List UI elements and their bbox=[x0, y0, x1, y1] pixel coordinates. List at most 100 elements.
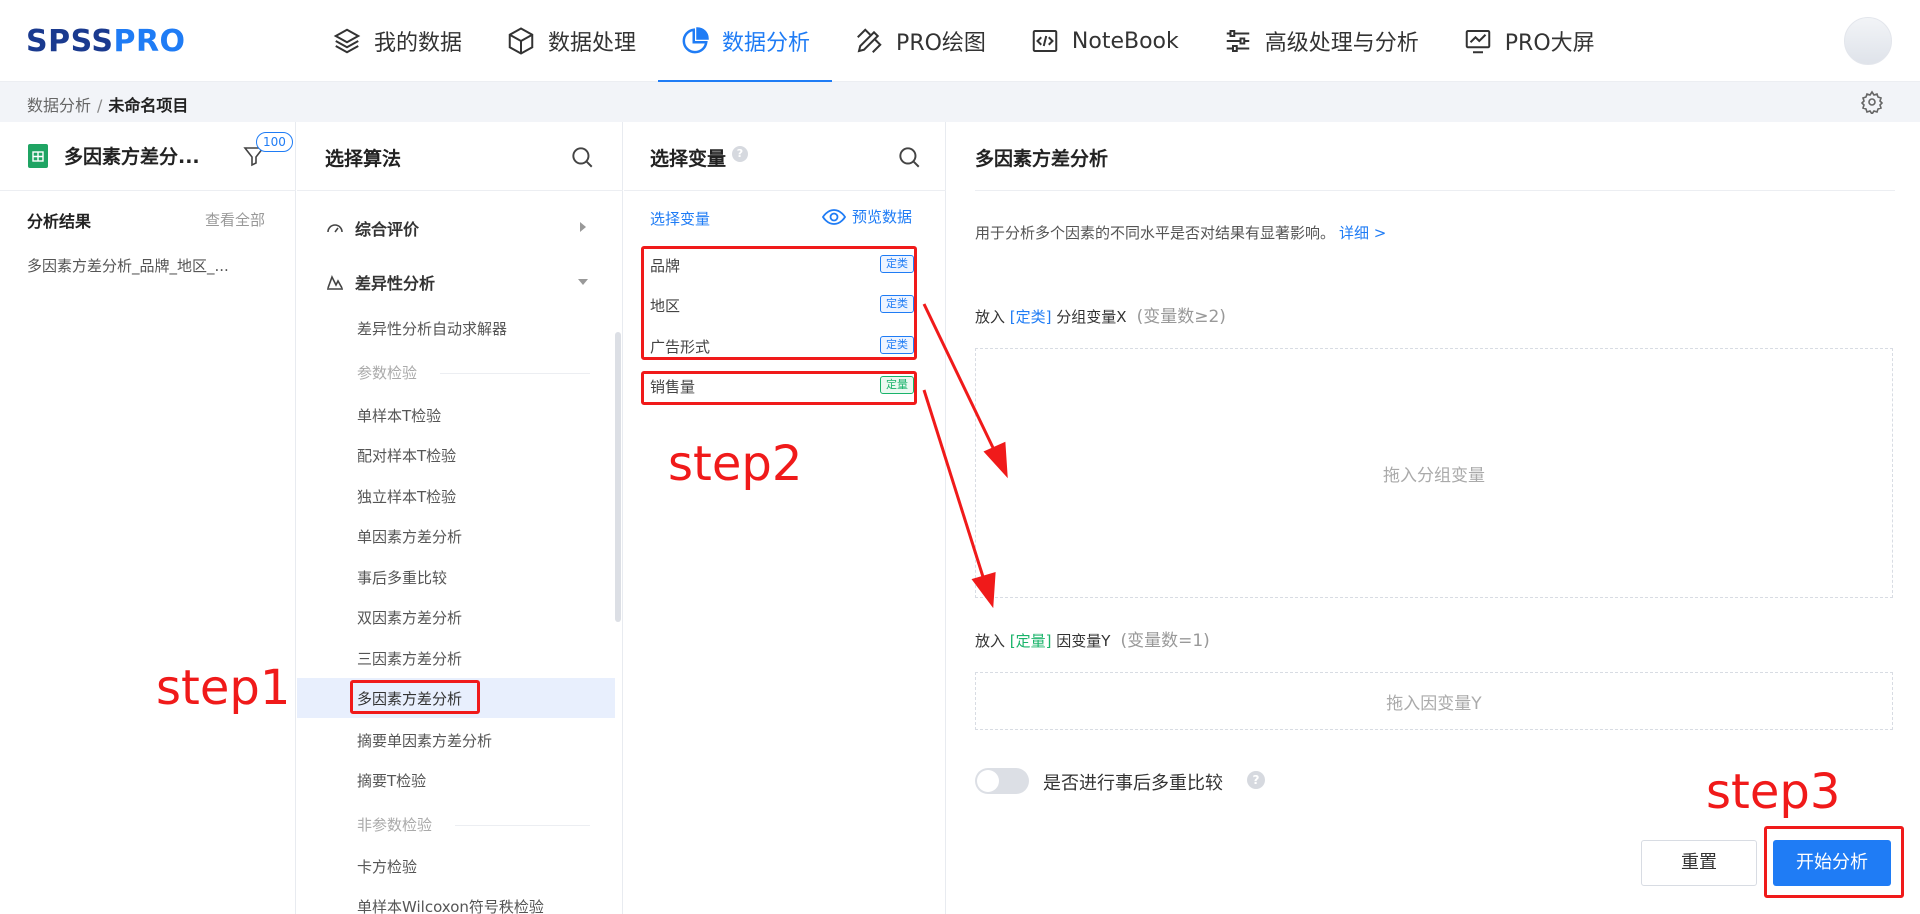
preview-data-button[interactable]: 预览数据 bbox=[822, 206, 912, 227]
nav-label: 数据处理 bbox=[548, 31, 637, 56]
distribution-icon bbox=[327, 274, 343, 290]
gauge-icon bbox=[327, 224, 343, 233]
label-hint: (变量数≥2) bbox=[1136, 307, 1226, 327]
variable-panel-title: 选择变量 bbox=[650, 148, 727, 170]
help-icon[interactable]: ? bbox=[732, 146, 748, 162]
logo-part1: SPSS bbox=[26, 24, 114, 59]
logo[interactable]: SPSSPRO bbox=[26, 24, 186, 59]
annotation-step3: step3 bbox=[1706, 764, 1841, 820]
reset-button[interactable]: 重置 bbox=[1641, 840, 1757, 886]
layers-icon bbox=[333, 28, 361, 54]
label-hint: (变量数=1) bbox=[1120, 631, 1210, 651]
divider bbox=[624, 190, 946, 191]
description-text: 用于分析多个因素的不同水平是否对结果有显著影响。 bbox=[975, 224, 1336, 242]
annotation-box-variables bbox=[641, 246, 917, 360]
config-description: 用于分析多个因素的不同水平是否对结果有显著影响。 详细 > bbox=[975, 222, 1386, 243]
logo-part2: PRO bbox=[113, 24, 186, 59]
preview-label: 预览数据 bbox=[852, 208, 913, 226]
avatar[interactable] bbox=[1844, 17, 1892, 65]
label-prefix: 放入 bbox=[975, 632, 1006, 650]
caret-down-icon[interactable] bbox=[577, 276, 589, 288]
x-variable-label: 放入 [定类] 分组变量X (变量数≥2) bbox=[975, 302, 1226, 327]
nav-label: 数据分析 bbox=[722, 31, 811, 56]
nav-data-processing[interactable]: 数据处理 bbox=[484, 0, 658, 82]
variable-panel: 选择变量 ? 选择变量 预览数据 品牌 定类 地区 定类 广告形式 定类 销售量… bbox=[624, 122, 946, 914]
help-icon[interactable]: ? bbox=[1247, 771, 1265, 789]
nav-notebook[interactable]: NoteBook bbox=[1008, 0, 1201, 82]
group-label: 综合评价 bbox=[355, 220, 420, 239]
algo-category: 参数检验 bbox=[357, 364, 418, 382]
search-icon[interactable] bbox=[569, 144, 595, 170]
label-name: 分组变量X bbox=[1056, 308, 1127, 326]
config-title: 多因素方差分析 bbox=[975, 148, 1109, 170]
algo-item[interactable]: 单样本T检验 bbox=[357, 405, 441, 426]
nav-label: PRO绘图 bbox=[896, 31, 986, 56]
label-prefix: 放入 bbox=[975, 308, 1006, 326]
algo-item[interactable]: 事后多重比较 bbox=[357, 567, 447, 588]
breadcrumb: 数据分析 / 未命名项目 bbox=[27, 92, 188, 116]
algorithm-panel-title: 选择算法 bbox=[325, 148, 402, 170]
label-type: [定量] bbox=[1009, 632, 1052, 650]
nav-advanced[interactable]: 高级处理与分析 bbox=[1201, 0, 1441, 82]
search-icon[interactable] bbox=[896, 144, 922, 170]
filter-count-badge: 100 bbox=[256, 132, 293, 152]
spreadsheet-icon bbox=[28, 143, 48, 168]
detail-link[interactable]: 详细 > bbox=[1339, 224, 1386, 242]
nav-pro-draw[interactable]: PRO绘图 bbox=[832, 0, 1008, 82]
annotation-step2: step2 bbox=[668, 436, 803, 492]
annotation-box-step1 bbox=[350, 680, 480, 714]
eye-icon bbox=[822, 208, 846, 225]
algo-item[interactable]: 卡方检验 bbox=[357, 856, 417, 877]
group-comprehensive-eval[interactable]: 综合评价 bbox=[325, 216, 419, 240]
nav-label: 我的数据 bbox=[374, 31, 463, 56]
group-label: 差异性分析 bbox=[355, 274, 436, 293]
gear-icon[interactable] bbox=[1860, 90, 1884, 114]
category-divider bbox=[440, 373, 590, 374]
divider bbox=[297, 190, 623, 191]
scrollbar[interactable] bbox=[615, 332, 621, 622]
project-panel: 多因素方差分... 100 分析结果 查看全部 多因素方差分析_品牌_地区_..… bbox=[0, 122, 296, 914]
category-divider bbox=[455, 825, 590, 826]
breadcrumb-current: 未命名项目 bbox=[108, 96, 189, 115]
algo-item[interactable]: 配对样本T检验 bbox=[357, 445, 456, 466]
label-type: [定类] bbox=[1009, 308, 1052, 326]
algo-item[interactable]: 单因素方差分析 bbox=[357, 526, 462, 547]
cube-icon bbox=[508, 27, 534, 55]
nav-label: NoteBook bbox=[1071, 28, 1179, 54]
nav-my-data[interactable]: 我的数据 bbox=[310, 0, 484, 82]
variable-tab[interactable]: 选择变量 bbox=[650, 208, 710, 229]
project-title[interactable]: 多因素方差分... bbox=[64, 142, 200, 169]
algo-category: 非参数检验 bbox=[357, 816, 433, 834]
x-variable-dropzone[interactable]: 拖入分组变量 bbox=[975, 348, 1893, 598]
algo-item[interactable]: 单样本Wilcoxon符号秩检验 bbox=[357, 896, 544, 914]
nav-pro-screen[interactable]: PRO大屏 bbox=[1441, 0, 1617, 82]
toggle-label: 是否进行事后多重比较 bbox=[1043, 773, 1223, 794]
annotation-box-quant-variable bbox=[641, 371, 917, 405]
nav-data-analysis[interactable]: 数据分析 bbox=[658, 0, 833, 82]
algo-item[interactable]: 双因素方差分析 bbox=[357, 607, 462, 628]
pie-chart-icon bbox=[682, 27, 709, 54]
dropzone-placeholder: 拖入分组变量 bbox=[1383, 465, 1485, 486]
algo-item[interactable]: 差异性分析自动求解器 bbox=[357, 318, 507, 339]
group-difference-analysis[interactable]: 差异性分析 bbox=[325, 270, 435, 294]
caret-right-icon[interactable] bbox=[577, 221, 589, 233]
post-hoc-toggle[interactable] bbox=[975, 768, 1029, 794]
annotation-step1: step1 bbox=[156, 660, 291, 716]
label-name: 因变量Y bbox=[1056, 632, 1111, 650]
algo-item[interactable]: 摘要单因素方差分析 bbox=[357, 730, 492, 751]
view-all-link[interactable]: 查看全部 bbox=[205, 209, 265, 230]
algo-item[interactable]: 摘要T检验 bbox=[357, 770, 426, 791]
y-variable-dropzone[interactable]: 拖入因变量Y bbox=[975, 672, 1893, 730]
algo-item[interactable]: 独立样本T检验 bbox=[357, 486, 456, 507]
monitor-chart-icon bbox=[1465, 30, 1491, 54]
breadcrumb-sep: / bbox=[97, 96, 103, 115]
y-variable-label: 放入 [定量] 因变量Y (变量数=1) bbox=[975, 626, 1210, 651]
algo-item[interactable]: 三因素方差分析 bbox=[357, 648, 462, 669]
main-nav: 我的数据 数据处理 数据分析 PRO绘图 NoteBook 高级处理与分析 PR… bbox=[310, 0, 1617, 82]
algorithm-panel: 选择算法 综合评价 差异性分析 差异性分析自动求解器 参数检验 单样本T检验 配… bbox=[297, 122, 623, 914]
result-list-item[interactable]: 多因素方差分析_品牌_地区_... bbox=[27, 255, 229, 276]
divider bbox=[975, 190, 1895, 191]
results-heading: 分析结果 bbox=[27, 212, 92, 231]
breadcrumb-parent[interactable]: 数据分析 bbox=[27, 96, 91, 115]
project-header: 多因素方差分... bbox=[28, 142, 200, 169]
